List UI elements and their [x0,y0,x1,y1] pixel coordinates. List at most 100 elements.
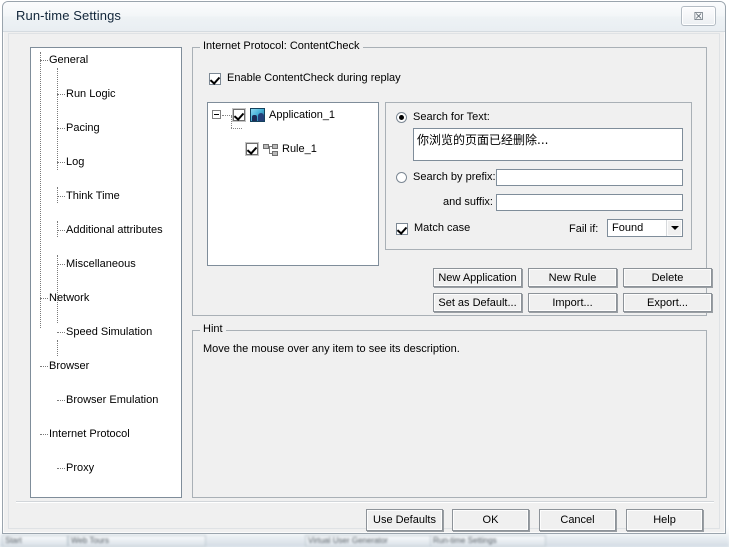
tree-row-rule[interactable]: Rule_1 [208,141,378,158]
tree-connector [231,116,232,128]
sidebar-item-label: Additional attributes [66,224,163,236]
windows-taskbar[interactable]: Start Web Tours Virtual User Generator R… [0,533,729,547]
sidebar-item-miscellaneous[interactable]: Miscellaneous [31,256,181,273]
sidebar-item-run-logic[interactable]: Run Logic [31,86,181,103]
sidebar-item-label: Browser [49,360,90,372]
sidebar-item-label: Pacing [66,122,100,134]
settings-tree[interactable]: General Run Logic Pacing Log Think Time … [30,47,182,498]
rule-checkbox[interactable] [246,143,258,155]
footer-separator [16,501,714,503]
sidebar-item-label: Speed Simulation [66,326,153,338]
sidebar-item-browser[interactable]: Browser [31,358,181,375]
sidebar-item-label: Internet Protocol [49,428,130,440]
sidebar-item-label: Run Logic [66,88,116,100]
content-check-groupbox: Internet Protocol: ContentCheck Enable C… [192,41,712,316]
taskbar-item-start[interactable]: Start [2,535,68,547]
hint-caption: Hint [200,324,226,335]
sidebar-item-label: Network [49,292,90,304]
tree-dash-icon [57,400,65,401]
sidebar-item-pacing[interactable]: Pacing [31,120,181,137]
search-for-text-radio[interactable] [396,112,407,123]
tree-dash-icon [57,162,65,163]
close-icon: ☒ [693,9,704,23]
use-defaults-button[interactable]: Use Defaults [366,509,443,531]
search-text-input[interactable]: 你浏览的页面已经删除... [413,128,683,161]
fail-if-value: Found [612,222,644,234]
sidebar-item-label: General [49,54,89,66]
sidebar-item-proxy[interactable]: Proxy [31,460,181,477]
sidebar-item-label: Think Time [66,190,120,202]
tree-dash-icon [40,298,48,299]
cancel-button[interactable]: Cancel [539,509,616,531]
application-checkbox[interactable] [233,109,245,121]
search-for-text-label: Search for Text: [413,111,490,123]
set-as-default-button[interactable]: Set as Default... [433,293,522,312]
tree-dash-icon [40,434,48,435]
dialog-client-area: General Run Logic Pacing Log Think Time … [8,33,720,531]
tree-spine-dfe [57,340,58,356]
window-title: Run-time Settings [16,8,122,23]
search-settings-groupbox: Search for Text: 你浏览的页面已经删除... Search by… [385,102,692,250]
hint-groupbox: Hint Move the mouse over any item to see… [192,324,707,498]
sidebar-item-general[interactable]: General [31,52,181,69]
application-icon [250,108,265,122]
tree-dash-icon [57,196,65,197]
match-case-checkbox[interactable] [396,223,408,235]
sidebar-item-label: Preferences [66,494,125,497]
tree-dash-icon [57,128,65,129]
groupbox-caption: Internet Protocol: ContentCheck [200,41,363,52]
search-prefix-input[interactable] [496,169,683,186]
new-rule-button[interactable]: New Rule [528,268,617,287]
sidebar-item-browser-emulation[interactable]: Browser Emulation [31,392,181,409]
desktop-background: Start Web Tours Virtual User Generator R… [0,0,729,547]
taskbar-item-runtime[interactable]: Run-time Settings [430,535,546,547]
import-button[interactable]: Import... [528,293,617,312]
search-by-prefix-radio[interactable] [396,172,407,183]
rule-icon [263,144,278,156]
tree-dash-icon [231,128,242,129]
sidebar-item-log[interactable]: Log [31,154,181,171]
sidebar-item-label: Proxy [66,462,95,474]
tree-dash-icon [57,264,65,265]
chevron-down-icon[interactable] [666,220,682,236]
match-case-label: Match case [414,222,471,234]
sidebar-item-additional-attributes[interactable]: Additional attributes [31,222,181,239]
help-button[interactable]: Help [626,509,703,531]
sidebar-item-label: Miscellaneous [66,258,136,270]
tree-dash-icon [57,468,65,469]
new-application-button[interactable]: New Application [433,268,522,287]
hint-text: Move the mouse over any item to see its … [203,343,460,355]
delete-button[interactable]: Delete [623,268,712,287]
tree-dash-icon [57,332,65,333]
sidebar-item-speed-simulation[interactable]: Speed Simulation [31,324,181,341]
fail-if-label: Fail if: [569,223,599,235]
fail-if-dropdown[interactable]: Found [607,219,683,237]
taskbar-item-web-tours[interactable]: Web Tours [68,535,206,547]
sidebar-item-label: Browser Emulation [66,394,159,406]
enable-contentcheck-label: Enable ContentCheck during replay [227,72,401,84]
taskbar-item-vugen[interactable]: Virtual User Generator [305,535,431,547]
rules-tree[interactable]: Application_1 Rule_1 [207,102,379,266]
tree-row-application[interactable]: Application_1 [208,107,378,124]
run-time-settings-window: Run-time Settings ☒ General Run Logic Pa… [2,1,726,534]
ok-button[interactable]: OK [452,509,529,531]
tree-dash-icon [40,366,48,367]
sidebar-item-label: Log [66,156,85,168]
and-suffix-label: and suffix: [443,196,493,208]
application-label: Application_1 [269,109,336,121]
sidebar-item-internet-protocol[interactable]: Internet Protocol [31,426,181,443]
tree-dash-icon [40,60,48,61]
rule-label: Rule_1 [282,141,317,158]
sidebar-item-think-time[interactable]: Think Time [31,188,181,205]
title-bar[interactable]: Run-time Settings ☒ [3,2,725,32]
close-button[interactable]: ☒ [681,6,716,26]
sidebar-item-network[interactable]: Network [31,290,181,307]
export-button[interactable]: Export... [623,293,712,312]
tree-dash-icon [57,230,65,231]
enable-contentcheck-checkbox[interactable] [209,73,221,85]
search-by-prefix-label: Search by prefix: [413,171,496,183]
tree-dash-icon [57,94,65,95]
search-suffix-input[interactable] [496,194,683,211]
sidebar-item-preferences[interactable]: Preferences [31,494,181,497]
collapse-expander-icon[interactable] [212,110,221,119]
